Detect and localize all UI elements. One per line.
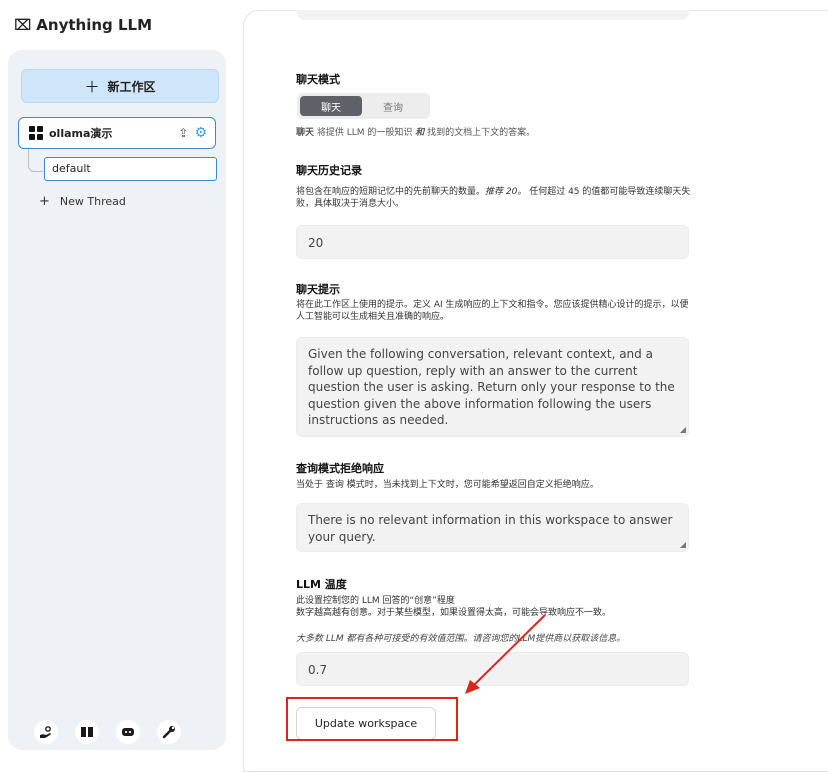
- new-thread-button[interactable]: + New Thread: [39, 194, 126, 209]
- query-refusal-title: 查询模式拒绝响应: [296, 462, 384, 475]
- chat-mode-option-chat[interactable]: 聊天: [300, 96, 362, 116]
- workspace-item-ollama[interactable]: ollama演示 ⇪ ⚙: [18, 117, 216, 149]
- support-icon[interactable]: [34, 720, 58, 744]
- thread-tree-connector: [28, 149, 43, 172]
- llm-temperature-description-2: 数字越高越有创意。对于某些模型，如果设置得太高，可能会导致响应不一致。: [296, 608, 612, 618]
- sidebar: ＋ 新工作区 ollama演示 ⇪ ⚙ default + New Thread: [8, 50, 226, 750]
- llm-temperature-input[interactable]: 0.7: [296, 652, 689, 686]
- workspace-name: ollama演示: [49, 127, 113, 140]
- chat-prompt-description: 将在此工作区上使用的提示。定义 AI 生成响应的上下文和指令。您应该提供精心设计…: [296, 300, 689, 322]
- discord-icon[interactable]: [116, 720, 140, 744]
- anythingllm-logo-icon: ⌧: [14, 16, 31, 34]
- plus-icon: +: [39, 194, 50, 209]
- new-workspace-label: 新工作区: [107, 79, 156, 94]
- chat-mode-option-query[interactable]: 查询: [362, 96, 424, 116]
- query-refusal-text: There is no relevant information in this…: [308, 513, 673, 544]
- chat-prompt-textarea[interactable]: Given the following conversation, releva…: [296, 337, 689, 437]
- annotation-highlight-box: [286, 697, 458, 741]
- resize-handle-icon[interactable]: ◢: [680, 426, 686, 434]
- chat-prompt-text: Given the following conversation, releva…: [308, 347, 675, 427]
- chat-history-input[interactable]: 20: [296, 225, 689, 259]
- query-refusal-description: 当处于 查询 模式时，当未找到上下文时，您可能希望返回自定义拒绝响应。: [296, 480, 599, 490]
- app-logo: ⌧ Anything LLM: [14, 14, 152, 36]
- chat-history-title: 聊天历史记录: [296, 164, 362, 177]
- settings-wrench-icon[interactable]: [157, 720, 181, 744]
- chat-mode-description: 聊天 将提供 LLM 的一般知识 和 找到的文档上下文的答案。: [296, 128, 536, 138]
- plus-icon: ＋: [84, 77, 100, 96]
- llm-temperature-description-1: 此设置控制您的 LLM 回答的“创意”程度: [296, 596, 455, 606]
- chat-history-description: 将包含在响应的短期记忆中的先前聊天的数量。推荐 20。 任何超过 45 的值都可…: [296, 187, 691, 209]
- app-title: Anything LLM: [36, 16, 153, 34]
- llm-temperature-title: LLM 温度: [296, 578, 347, 591]
- docs-icon[interactable]: [75, 720, 99, 744]
- new-workspace-button[interactable]: ＋ 新工作区: [21, 69, 219, 103]
- new-thread-label: New Thread: [59, 195, 126, 208]
- upload-icon[interactable]: ⇪: [178, 126, 188, 140]
- sidebar-footer: [34, 720, 181, 744]
- resize-handle-icon[interactable]: ◢: [680, 541, 686, 549]
- chat-mode-toggle[interactable]: 聊天 查询: [297, 93, 430, 119]
- llm-temperature-note: 大多数 LLM 都有各种可接受的有效值范围。请咨询您的LLM提供商以获取该信息。: [296, 634, 626, 644]
- gear-icon[interactable]: ⚙: [194, 125, 207, 141]
- chat-prompt-title: 聊天提示: [296, 283, 340, 296]
- chat-mode-title: 聊天模式: [296, 73, 340, 86]
- query-refusal-textarea[interactable]: There is no relevant information in this…: [296, 503, 689, 552]
- workspace-grid-icon: [29, 126, 43, 140]
- thread-item-default[interactable]: default: [44, 157, 217, 181]
- previous-field-edge: [297, 10, 689, 20]
